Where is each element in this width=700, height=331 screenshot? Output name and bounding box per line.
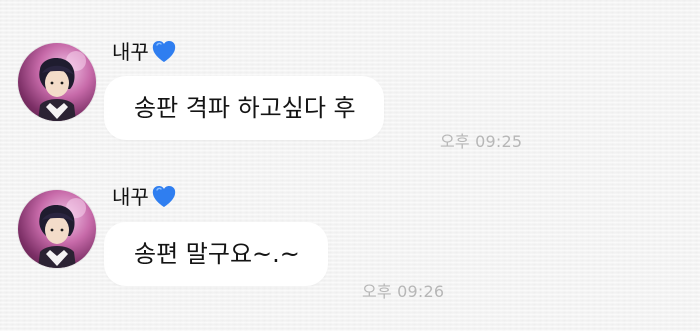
message-timestamp: 오후 09:25: [440, 132, 523, 151]
sender-avatar[interactable]: [18, 190, 96, 268]
message-text: 송편 말구요~.~: [134, 240, 300, 268]
message-timestamp: 오후 09:26: [362, 282, 445, 301]
sender-avatar[interactable]: [18, 43, 96, 121]
sender-name: 내꾸: [112, 185, 177, 209]
message-bubble[interactable]: 송판 격파 하고싶다 후: [104, 76, 384, 140]
sender-name: 내꾸: [112, 40, 177, 64]
chat-message: 내꾸 송편 말구요~.~ 오후 09:26: [0, 170, 700, 331]
message-text: 송판 격파 하고싶다 후: [134, 94, 356, 122]
message-bubble[interactable]: 송편 말구요~.~: [104, 222, 328, 286]
sender-name-text: 내꾸: [112, 40, 149, 64]
blue-heart-icon: [151, 185, 177, 209]
chat-message: 내꾸 송판 격파 하고싶다 후 오후 09:25: [0, 0, 700, 170]
blue-heart-icon: [151, 40, 177, 64]
avatar-image: [38, 198, 86, 268]
avatar-image: [38, 51, 86, 121]
sender-name-text: 내꾸: [112, 185, 149, 209]
